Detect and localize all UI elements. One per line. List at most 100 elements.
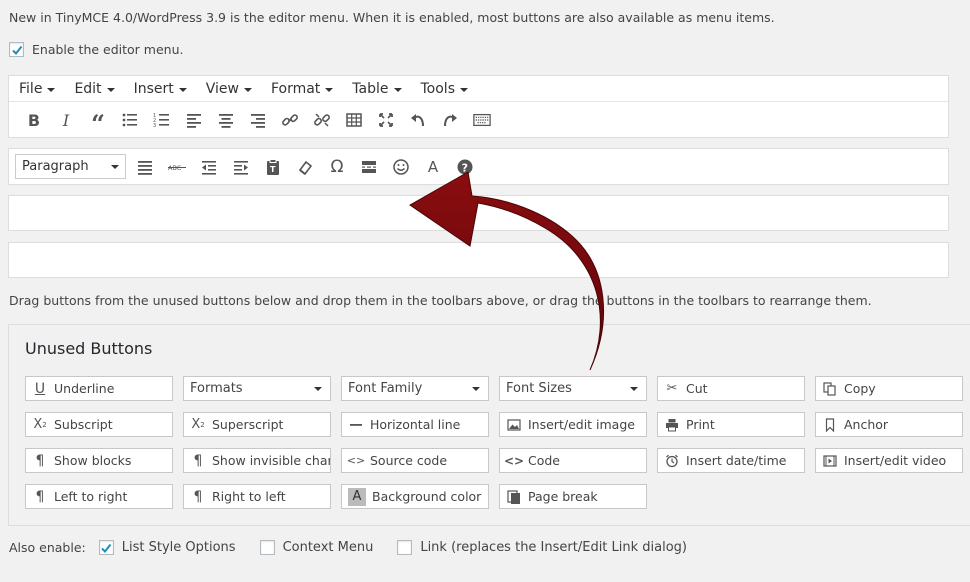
list-style-checkbox[interactable] bbox=[98, 540, 114, 555]
unused-formats-select[interactable]: Formats bbox=[183, 376, 331, 401]
menu-tools[interactable]: Tools bbox=[421, 81, 468, 97]
unused-superscript-button[interactable]: X2 Superscript bbox=[183, 412, 331, 437]
checkmark-icon bbox=[11, 45, 22, 55]
paragraph-format-select[interactable]: Paragraph bbox=[15, 154, 126, 179]
fullscreen-icon[interactable] bbox=[370, 105, 402, 135]
toolbar-1: B I “ 123 bbox=[9, 102, 948, 138]
caret-down-icon bbox=[472, 386, 480, 391]
context-menu-checkbox[interactable] bbox=[259, 540, 275, 555]
bullet-list-icon[interactable] bbox=[114, 105, 146, 135]
subscript-icon: X2 bbox=[33, 417, 47, 432]
undo-icon[interactable] bbox=[402, 105, 434, 135]
align-right-icon[interactable] bbox=[242, 105, 274, 135]
video-icon bbox=[822, 453, 838, 469]
caret-down-icon bbox=[243, 87, 252, 92]
unused-right-to-left-button[interactable]: ¶ Right to left bbox=[183, 484, 331, 509]
paste-text-icon[interactable]: T bbox=[257, 152, 289, 182]
help-icon[interactable]: ? bbox=[449, 152, 481, 182]
more-tag-icon[interactable] bbox=[353, 152, 385, 182]
menu-file[interactable]: File bbox=[19, 81, 56, 97]
align-left-icon[interactable] bbox=[178, 105, 210, 135]
svg-text:T: T bbox=[270, 165, 276, 174]
italic-icon[interactable]: I bbox=[50, 105, 82, 135]
menu-bar: File Edit Insert View Format Table Tools bbox=[9, 76, 948, 102]
caret-down-icon bbox=[325, 87, 334, 92]
menu-format[interactable]: Format bbox=[271, 81, 334, 97]
show-blocks-icon: ¶ bbox=[35, 452, 45, 469]
unused-source-code-button[interactable]: <> Source code bbox=[341, 448, 489, 473]
text-color-icon[interactable]: A bbox=[417, 152, 449, 182]
svg-text:?: ? bbox=[462, 161, 468, 174]
toolbar-3-dropzone[interactable] bbox=[8, 195, 949, 231]
toolbar-4-dropzone[interactable] bbox=[8, 242, 949, 278]
unused-insert-video-button[interactable]: Insert/edit video bbox=[815, 448, 963, 473]
intro-text: New in TinyMCE 4.0/WordPress 3.9 is the … bbox=[9, 10, 775, 25]
underline-icon: U bbox=[34, 380, 46, 397]
unlink-icon[interactable] bbox=[306, 105, 338, 135]
menu-table[interactable]: Table bbox=[352, 81, 402, 97]
numbered-list-icon[interactable]: 123 bbox=[146, 105, 178, 135]
blockquote-icon[interactable]: “ bbox=[82, 105, 114, 136]
svg-text:3: 3 bbox=[153, 123, 156, 129]
unused-underline-button[interactable]: U Underline bbox=[25, 376, 173, 401]
option-list-style[interactable]: List Style Options bbox=[98, 540, 236, 555]
unused-horizontal-line-button[interactable]: Horizontal line bbox=[341, 412, 489, 437]
unused-buttons-title: Unused Buttons bbox=[25, 339, 153, 358]
editor-menubar-toolbar: File Edit Insert View Format Table Tools… bbox=[8, 75, 949, 138]
option-link[interactable]: Link (replaces the Insert/Edit Link dial… bbox=[397, 540, 687, 555]
menu-edit[interactable]: Edit bbox=[74, 81, 115, 97]
table-icon[interactable] bbox=[338, 105, 370, 135]
image-icon bbox=[506, 417, 522, 433]
ltr-icon: ¶ bbox=[35, 488, 45, 505]
drag-instructions: Drag buttons from the unused buttons bel… bbox=[9, 293, 872, 308]
unused-show-invisible-button[interactable]: ¶ Show invisible char... bbox=[183, 448, 331, 473]
caret-down-icon bbox=[106, 87, 115, 92]
caret-down-icon bbox=[178, 87, 187, 92]
link-icon[interactable] bbox=[274, 105, 306, 135]
unused-subscript-button[interactable]: X2 Subscript bbox=[25, 412, 173, 437]
toolbar-toggle-icon[interactable] bbox=[466, 105, 498, 135]
unused-background-color-button[interactable]: A Background color bbox=[341, 484, 489, 509]
redo-icon[interactable] bbox=[434, 105, 466, 135]
unused-font-family-select[interactable]: Font Family bbox=[341, 376, 489, 401]
rtl-icon: ¶ bbox=[193, 488, 203, 505]
unused-anchor-button[interactable]: Anchor bbox=[815, 412, 963, 437]
outdent-icon[interactable] bbox=[193, 152, 225, 182]
bold-icon[interactable]: B bbox=[18, 105, 50, 135]
copy-icon bbox=[822, 381, 838, 397]
unused-show-blocks-button[interactable]: ¶ Show blocks bbox=[25, 448, 173, 473]
enable-menu-checkbox[interactable] bbox=[9, 42, 24, 57]
align-center-icon[interactable] bbox=[210, 105, 242, 135]
option-context-menu[interactable]: Context Menu bbox=[259, 540, 373, 555]
emoticons-icon[interactable] bbox=[385, 152, 417, 182]
unused-copy-button[interactable]: Copy bbox=[815, 376, 963, 401]
checkmark-icon bbox=[101, 543, 112, 553]
special-character-icon[interactable]: Ω bbox=[321, 152, 353, 182]
caret-down-icon bbox=[460, 87, 468, 92]
unused-page-break-button[interactable]: Page break bbox=[499, 484, 647, 509]
strikethrough-icon[interactable]: ABC bbox=[161, 152, 193, 182]
anchor-icon bbox=[822, 417, 838, 433]
also-enable-row: Also enable: List Style Options Context … bbox=[9, 540, 711, 555]
unused-cut-button[interactable]: ✂ Cut bbox=[657, 376, 805, 401]
link-checkbox[interactable] bbox=[397, 540, 413, 555]
unused-insert-image-button[interactable]: Insert/edit image bbox=[499, 412, 647, 437]
menu-view[interactable]: View bbox=[206, 81, 252, 97]
unused-left-to-right-button[interactable]: ¶ Left to right bbox=[25, 484, 173, 509]
unused-print-button[interactable]: Print bbox=[657, 412, 805, 437]
enable-menu-row[interactable]: Enable the editor menu. bbox=[9, 42, 183, 57]
caret-down-icon bbox=[393, 87, 402, 92]
also-enable-label: Also enable: bbox=[9, 540, 86, 555]
unused-insert-datetime-button[interactable]: Insert date/time bbox=[657, 448, 805, 473]
caret-down-icon bbox=[111, 164, 119, 169]
unused-font-sizes-select[interactable]: Font Sizes bbox=[499, 376, 647, 401]
justify-icon[interactable] bbox=[129, 152, 161, 182]
clock-icon bbox=[664, 453, 680, 469]
code-icon: <> bbox=[503, 453, 525, 468]
unused-code-button[interactable]: <> Code bbox=[499, 448, 647, 473]
caret-down-icon bbox=[630, 386, 638, 391]
indent-icon[interactable] bbox=[225, 152, 257, 182]
caret-down-icon bbox=[47, 87, 56, 92]
clear-formatting-icon[interactable] bbox=[289, 152, 321, 182]
menu-insert[interactable]: Insert bbox=[134, 81, 187, 97]
